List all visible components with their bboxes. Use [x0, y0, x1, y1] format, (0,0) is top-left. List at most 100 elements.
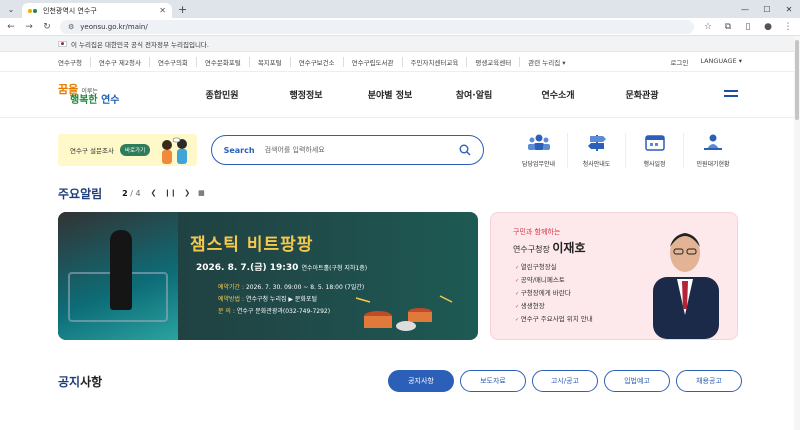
reload-icon[interactable]: ↻: [42, 22, 52, 32]
quick-link-label: 담당업무안내: [521, 160, 556, 168]
calendar-icon: [644, 133, 666, 155]
main-menu-item[interactable]: 문화관광: [600, 88, 684, 101]
main-menu-item[interactable]: 참여·알림: [432, 88, 516, 101]
main-menu-item[interactable]: 분야별 정보: [348, 88, 432, 101]
event-info-row: 예약기간 : 2026. 7. 30. 09:00 ~ 8. 5. 18:00 …: [218, 282, 364, 294]
next-icon[interactable]: ❯: [184, 189, 190, 197]
quick-link-item[interactable]: 민원대기현황: [684, 133, 742, 168]
bookmark-star-icon[interactable]: ☆: [702, 22, 714, 32]
address-bar-row: ← → ↻ ⚙ yeonsu.go.kr/main/ ☆ ⧉ ▯ ● ⋮: [0, 18, 800, 36]
event-info-key: 문 의 :: [218, 308, 235, 315]
back-icon[interactable]: ←: [6, 22, 16, 32]
grid-view-icon[interactable]: ▦: [198, 189, 205, 197]
tab-close-icon[interactable]: ✕: [159, 6, 166, 15]
signpost-icon: [586, 133, 608, 155]
gov-banner: 이 누리집은 대한민국 공식 전자정부 누리집입니다.: [0, 36, 800, 52]
quick-link-item[interactable]: 담당업무안내: [510, 132, 568, 168]
menu-kebab-icon[interactable]: ⋮: [782, 22, 794, 32]
new-tab-icon[interactable]: +: [178, 3, 187, 16]
window-close-icon[interactable]: ✕: [778, 0, 800, 18]
children-illustration-icon: [161, 137, 187, 164]
tab-title: 인천광역시 연수구: [43, 6, 97, 15]
event-banner[interactable]: 잼스틱 비트팡팡 2026. 8. 7.(금) 19:30 연수아트홀(구청 지…: [58, 212, 478, 340]
browser-tab[interactable]: 인천광역시 연수구 ✕: [22, 3, 172, 18]
logo-text-1b: 이루는: [81, 87, 98, 95]
utility-link[interactable]: 연수구보건소: [291, 56, 344, 67]
service-counter-icon: [702, 133, 724, 155]
main-navigation: 꿈을 이루는 행복한 연수 종합민원 행정정보 분야별 정보 참여·알림 연수소개 문화관…: [0, 72, 800, 118]
main-menu-item[interactable]: 행정정보: [264, 88, 348, 101]
utility-link[interactable]: 주민자치센터교육: [403, 56, 468, 67]
notice-tab[interactable]: 고시/공고: [532, 370, 598, 392]
utility-link[interactable]: 연수구의회: [150, 56, 197, 67]
main-notice-header: 주요알림 2 / 4 ❮ ❙❙ ❯ ▦: [0, 182, 800, 204]
search-row: 연수구 설문조사 바로가기 Search 검색어를 입력하세요 담당업무안내 청사…: [0, 118, 800, 182]
notice-tab[interactable]: 공지사항: [388, 370, 454, 392]
utility-link[interactable]: 복지포털: [250, 56, 291, 67]
korea-flag-icon: [58, 40, 67, 47]
login-link[interactable]: 로그인: [670, 57, 688, 67]
site-info-icon[interactable]: ⚙: [68, 23, 74, 31]
page-scrollbar[interactable]: [794, 36, 800, 430]
quick-link-label: 민원대기현황: [696, 160, 730, 168]
utility-link[interactable]: 평생교육센터: [467, 56, 521, 67]
sidepanel-icon[interactable]: ▯: [742, 22, 754, 32]
quick-link-label: 행사일정: [643, 160, 666, 168]
prev-icon[interactable]: ❮: [151, 189, 157, 197]
survey-go-button[interactable]: 바로가기: [119, 144, 151, 156]
notice-section-header: 공지사항 공지사항 보도자료 고시/공고 입법예고 채용공고: [0, 370, 800, 392]
drum-kit-icon: [355, 295, 453, 331]
notice-tab[interactable]: 채용공고: [676, 370, 742, 392]
event-info: 예약기간 : 2026. 7. 30. 09:00 ~ 8. 5. 18:00 …: [218, 282, 364, 318]
search-input[interactable]: 검색어를 입력하세요: [265, 145, 449, 155]
notice-section-title: 공지사항: [58, 374, 103, 389]
site-logo[interactable]: 꿈을 이루는 행복한 연수: [58, 84, 138, 106]
pager-total: / 4: [130, 188, 141, 198]
quick-link-item[interactable]: 청사안내도: [568, 132, 626, 168]
notice-tabs: 공지사항 보도자료 고시/공고 입법예고 채용공고: [388, 370, 742, 392]
notice-tab[interactable]: 입법예고: [604, 370, 670, 392]
hamburger-menu-icon[interactable]: [724, 90, 738, 100]
mayor-link[interactable]: 연수구 주요사업 위치 안내: [515, 313, 593, 326]
event-info-key: 예약방법 :: [218, 296, 245, 303]
mayor-link[interactable]: 생생현장: [515, 300, 593, 313]
browser-tab-bar: ⌄ 인천광역시 연수구 ✕ + — ☐ ✕: [0, 0, 800, 18]
quick-link-item[interactable]: 행사일정: [626, 132, 684, 168]
mayor-link[interactable]: 구청장에게 바란다: [515, 287, 593, 300]
logo-text-2a: 행복한: [70, 94, 98, 106]
search-icon[interactable]: [459, 144, 471, 156]
pause-icon[interactable]: ❙❙: [165, 189, 177, 197]
utility-link[interactable]: 연수문화포털: [197, 56, 250, 67]
language-select[interactable]: LANGUAGE ▾: [700, 57, 742, 67]
mayor-link[interactable]: 열린구청장실: [515, 261, 593, 274]
banner-pager: 2 / 4 ❮ ❙❙ ❯ ▦: [122, 189, 205, 198]
extensions-icon[interactable]: ⧉: [722, 22, 734, 32]
utility-link[interactable]: 연수구립도서관: [344, 56, 403, 67]
mayor-links: 열린구청장실공약/매니페스토구청장에게 바란다생생현장연수구 주요사업 위치 안…: [515, 261, 593, 326]
notice-tab[interactable]: 보도자료: [460, 370, 526, 392]
window-controls: — ☐ ✕: [734, 0, 800, 18]
main-menu: 종합민원 행정정보 분야별 정보 참여·알림 연수소개 문화관광: [180, 88, 684, 101]
url-field[interactable]: ⚙ yeonsu.go.kr/main/: [60, 19, 694, 34]
banner-area: 잼스틱 비트팡팡 2026. 8. 7.(금) 19:30 연수아트홀(구청 지…: [0, 204, 800, 340]
main-menu-item[interactable]: 종합민원: [180, 88, 264, 101]
search-box[interactable]: Search 검색어를 입력하세요: [210, 135, 484, 165]
pager-current: 2: [122, 188, 128, 198]
quick-links: 담당업무안내 청사안내도 행사일정 민원대기현황: [510, 132, 742, 168]
quick-link-label: 청사안내도: [582, 160, 611, 168]
minimize-icon[interactable]: —: [734, 0, 756, 18]
utility-link[interactable]: 연수구청: [58, 56, 91, 67]
utility-link[interactable]: 연수구 제2청사: [91, 56, 151, 67]
mayor-link[interactable]: 공약/매니페스토: [515, 274, 593, 287]
forward-icon[interactable]: →: [24, 22, 34, 32]
tab-search-icon[interactable]: ⌄: [4, 2, 18, 16]
survey-banner[interactable]: 연수구 설문조사 바로가기: [58, 134, 197, 166]
main-menu-item[interactable]: 연수소개: [516, 88, 600, 101]
event-info-row: 문 의 : 연수구 문화관광과(032-749-7292): [218, 306, 364, 318]
utility-links: 연수구청 연수구 제2청사 연수구의회 연수문화포털 복지포털 연수구보건소 연수구립도서관…: [58, 56, 574, 67]
event-info-row: 예약방법 : 연수구청 누리집 ▶ 문화포털: [218, 294, 364, 306]
utility-link[interactable]: 관련 누리집 ▾: [520, 57, 573, 67]
mayor-card: 구민과 함께하는 연수구청장 이재호 열린구청장실공약/매니페스토구청장에게 바…: [490, 212, 738, 340]
maximize-icon[interactable]: ☐: [756, 0, 778, 18]
profile-icon[interactable]: ●: [762, 22, 774, 32]
